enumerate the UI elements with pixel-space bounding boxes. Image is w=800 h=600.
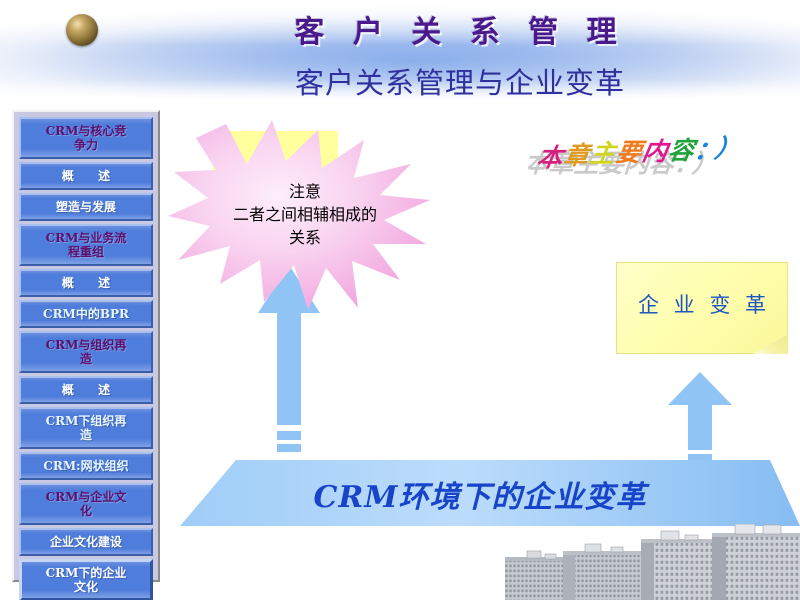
- sidebar-item-label: CRM与业务流 程重组: [45, 231, 127, 259]
- sidebar-item-11[interactable]: CRM与企业文 化: [19, 483, 153, 525]
- sidebar-nav: CRM与核心竞 争力概 述塑造与发展 CRM与业务流 程重组概 述 CRM中的BPR…: [12, 110, 160, 600]
- sphere-bullet-icon: [66, 14, 98, 46]
- sidebar-item-label: CRM与核心竞 争力: [45, 124, 127, 152]
- sidebar-item-label: CRM中的BPR: [43, 307, 129, 321]
- up-arrow-right: [668, 372, 732, 472]
- sidebar-item-label: 概 述: [61, 169, 121, 183]
- sidebar-item-9[interactable]: CRM下组织再 造: [19, 407, 153, 449]
- sidebar-item-5[interactable]: 概 述: [19, 269, 153, 297]
- sidebar-item-10[interactable]: CRM:网状组织: [19, 452, 153, 480]
- wordart-chapter-contents: 本章 主要 内容 ：） 本 章 主 要 内 容 ： ）: [528, 132, 748, 194]
- sidebar-item-13[interactable]: CRM下的企业 文化: [19, 559, 153, 600]
- sidebar-item-label: CRM:网状组织: [43, 459, 129, 473]
- sidebar-item-label: 概 述: [61, 383, 121, 397]
- starburst-text: 注意 二者之间相辅相成的 关系: [232, 182, 377, 247]
- city-skyline-image: [505, 524, 800, 600]
- sidebar-item-1[interactable]: CRM与核心竞 争力: [19, 117, 153, 159]
- sidebar-item-label: CRM下组织再 造: [45, 414, 127, 442]
- sidebar-item-7[interactable]: CRM与组织再 造: [19, 331, 153, 373]
- banner-label: CRM环境下的企业变革: [313, 480, 647, 515]
- page-title: 客 户 关 系 管 理: [294, 15, 626, 50]
- sidebar-item-4[interactable]: CRM与业务流 程重组: [19, 224, 153, 266]
- sidebar-item-label: CRM下的企业 文化: [45, 566, 127, 594]
- sidebar-nav-list: CRM与核心竞 争力概 述塑造与发展 CRM与业务流 程重组概 述 CRM中的BPR…: [17, 115, 155, 600]
- sidebar-item-label: CRM与组织再 造: [45, 338, 127, 366]
- sidebar-item-label: 塑造与发展: [55, 200, 116, 214]
- sidebar-item-label: 企业文化建设: [49, 535, 122, 549]
- page-subtitle: 客户关系管理与企业变革: [294, 66, 625, 100]
- note-enterprise-change: 企 业 变 革: [616, 262, 788, 354]
- sidebar-item-3[interactable]: 塑造与发展: [19, 193, 153, 221]
- sidebar-item-12[interactable]: 企业文化建设: [19, 528, 153, 556]
- sidebar-item-2[interactable]: 概 述: [19, 162, 153, 190]
- note-label: 企 业 变 革: [637, 293, 771, 317]
- presentation-slide: 客 户 关 系 管 理 客户关系管理与企业变革 CRM与核心竞 争力概 述塑造与…: [0, 0, 800, 600]
- svg-text:）: ）: [712, 133, 743, 163]
- sidebar-item-label: CRM与企业文 化: [45, 490, 127, 518]
- sidebar-item-8[interactable]: 概 述: [19, 376, 153, 404]
- sidebar-item-6[interactable]: CRM中的BPR: [19, 300, 153, 328]
- sidebar-item-label: 概 述: [61, 276, 121, 290]
